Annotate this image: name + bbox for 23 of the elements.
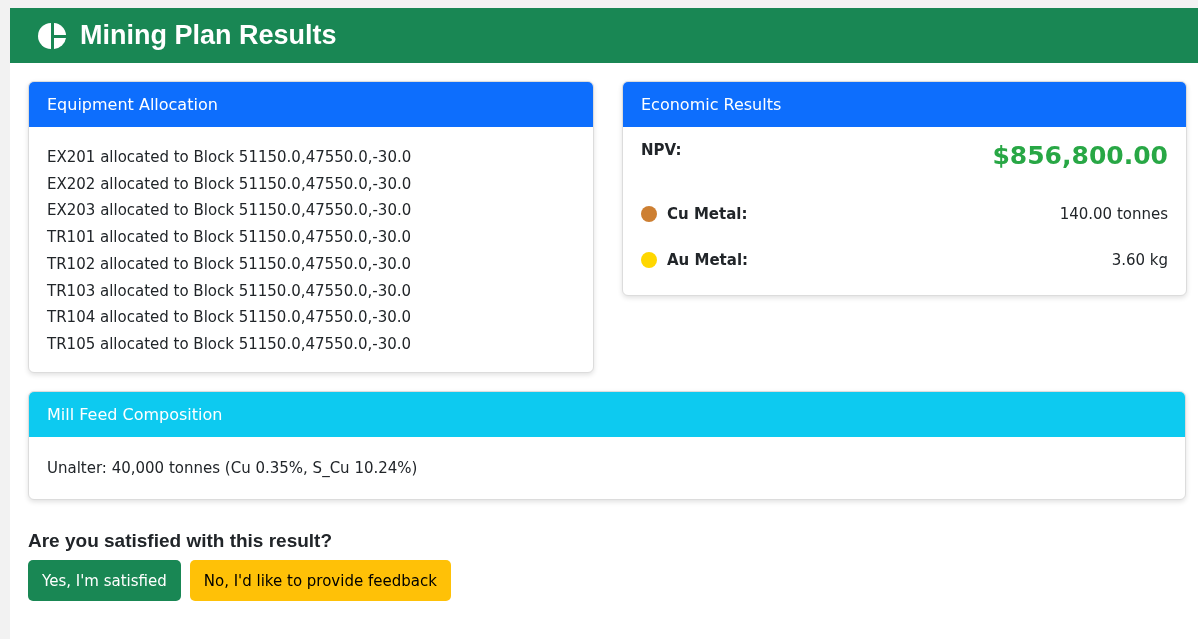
- card-header: Mill Feed Composition: [29, 391, 1185, 437]
- allocation-text: EX201 allocated to Block 51150.0,47550.0,-30.0: [47, 147, 413, 168]
- metal-label: Cu Metal:: [667, 205, 748, 223]
- pie-chart-icon: [38, 20, 68, 51]
- confirm-button[interactable]: Yes, I'm satisfied: [28, 560, 181, 602]
- composition-text: Unalter: 40,000 tonnes (Cu 0.35%, S_Cu 10.24%): [47, 457, 419, 479]
- allocation-text: TR103 allocated to Block 51150.0,47550.0,-30.0: [47, 280, 413, 302]
- question-text: Are you satisfied with this result?: [28, 530, 334, 553]
- allocation-text: TR104 allocated to Block 51150.0,47550.0,-30.0: [47, 307, 413, 329]
- allocation-text: TR102 allocated to Block 51150.0,47550.0,-30.0: [47, 253, 413, 275]
- feedback-button[interactable]: No, I'd like to provide feedback: [189, 560, 451, 602]
- npv-label: NPV:: [641, 141, 682, 159]
- allocation-text: EX202 allocated to Block 51150.0,47550.0,-30.0: [47, 173, 413, 195]
- metal-value: 3.60 kg: [1111, 251, 1168, 269]
- page-title: Mining Plan Results: [80, 20, 337, 51]
- card-header: Economic Results: [623, 82, 1186, 127]
- card-header: Equipment Allocation: [29, 82, 593, 127]
- metal-value: 140.00 tonnes: [1059, 205, 1168, 223]
- allocation-text: TR105 allocated to Block 51150.0,47550.0,-30.0: [47, 333, 413, 355]
- allocation-text: EX203 allocated to Block 51150.0,47550.0,-30.0: [47, 200, 413, 222]
- allocation-text: TR101 allocated to Block 51150.0,47550.0,-30.0: [47, 227, 413, 249]
- npv-value: $856,800.00: [992, 141, 1168, 170]
- metal-label: Au Metal:: [667, 251, 749, 269]
